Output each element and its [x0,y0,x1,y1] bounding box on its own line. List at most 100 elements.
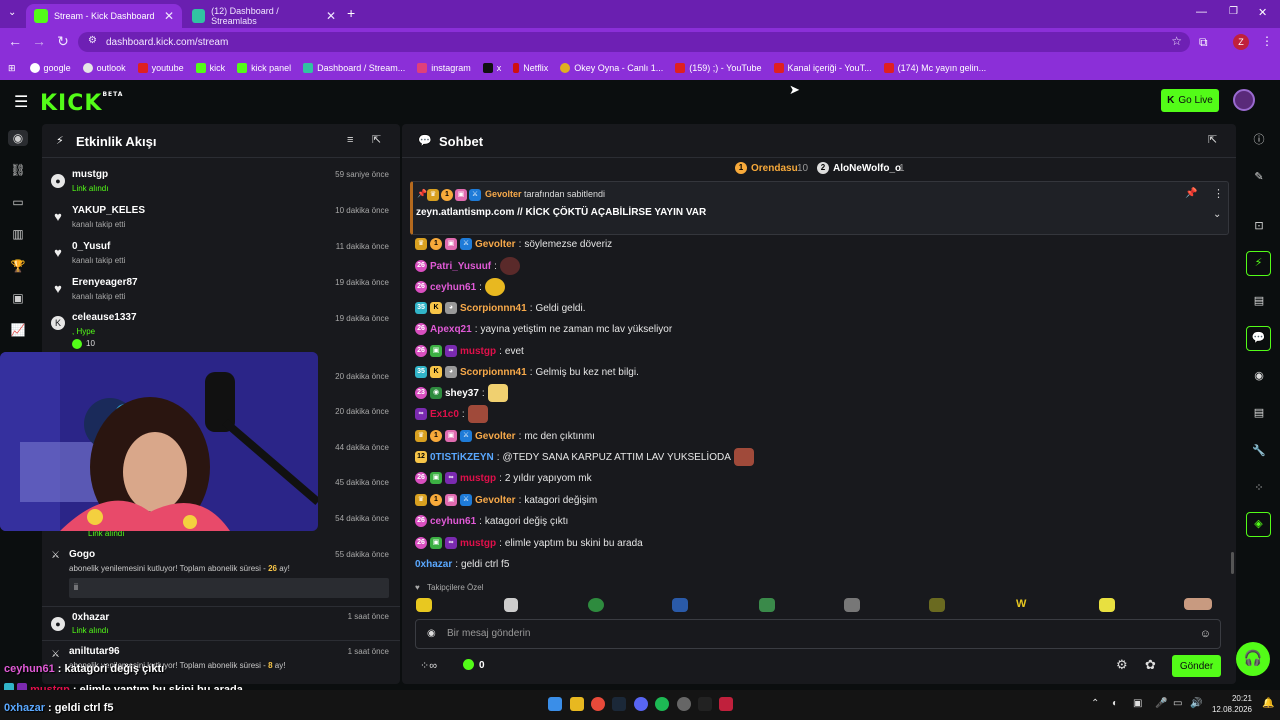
bookmark-instagram[interactable]: instagram [417,63,471,73]
windows-start-icon[interactable] [548,697,562,711]
close-icon[interactable]: ✕ [164,9,174,23]
mod-tools-icon[interactable]: ✿ [1145,657,1156,673]
settings-gear-icon[interactable]: ⚙ [1116,657,1128,673]
steam-tray-icon[interactable]: ◐ [1112,698,1118,709]
popout-icon[interactable]: ⇱ [1208,133,1217,146]
leader-name[interactable]: AloNeWolfo_o [833,163,901,174]
chat-username[interactable]: shey37 [445,388,479,399]
emote-icon[interactable] [672,598,688,612]
broadcast-icon[interactable]: ◉ [1249,366,1269,386]
bookmark-streamlabs[interactable]: Dashboard / Stream... [303,63,405,73]
bookmark-okey[interactable]: Okey Oyna - Canlı 1... [560,63,663,73]
chat-username[interactable]: 0TISTiKZEYN [430,452,494,463]
bookmark-google[interactable]: google [29,63,71,73]
bookmark-youtube-159[interactable]: (159) ;) - YouTube [675,63,762,73]
hamburger-menu-icon[interactable]: ☰ [14,92,28,112]
network-icon[interactable]: ▭ [1173,698,1182,709]
chevron-down-icon[interactable]: ⌄ [1213,209,1221,220]
bookmark-youtube-174[interactable]: (174) Mc yayın gelin... [883,63,986,73]
chat-username[interactable]: Gevolter [475,431,516,442]
emote-icon[interactable] [1099,598,1115,612]
unpin-icon[interactable]: 📌 [1185,188,1197,199]
tag-icon[interactable]: ◈ [1246,512,1271,537]
extensions-icon[interactable]: ⧉ [1199,35,1208,50]
kick-logo[interactable]: KICKBETA [40,91,123,116]
filter-icon[interactable]: ≡ [347,134,353,146]
apps-grid-icon[interactable]: ⊞ [8,63,16,74]
camera-icon[interactable]: ⊡ [1249,216,1269,236]
site-info-icon[interactable]: ⚙ [88,35,97,46]
support-headset-icon[interactable]: 🎧 [1236,642,1270,676]
spotify-icon[interactable] [655,697,669,711]
chat-username[interactable]: mustgp [460,346,496,357]
send-button[interactable]: Gönder [1172,655,1221,677]
bookmark-star-icon[interactable]: ☆ [1171,34,1182,48]
chat-username[interactable]: ceyhun61 [430,516,476,527]
emote-icon[interactable] [416,598,432,612]
connections-icon[interactable]: ⁘ [1249,478,1269,498]
connect-icon[interactable]: ⁘∞ [420,659,437,672]
minimize-icon[interactable]: — [1196,6,1207,18]
window-close-icon[interactable]: ✕ [1258,6,1267,19]
tab-kick-dashboard[interactable]: Stream - Kick Dashboard ✕ [26,4,182,28]
app-icon[interactable] [698,697,712,711]
chat-username[interactable]: Gevolter [475,239,516,250]
chat-username[interactable]: Scorpionnn41 [460,303,527,314]
stats-nav-icon[interactable]: ▥ [10,226,26,242]
notes-icon[interactable]: ▤ [1249,291,1269,311]
discord-icon[interactable] [634,697,648,711]
address-bar[interactable]: ⚙ dashboard.kick.com/stream ☆ [78,32,1190,52]
obs-icon[interactable] [677,697,691,711]
notifications-icon[interactable]: 🔔 [1262,698,1274,709]
chat-scrollbar[interactable] [1231,552,1234,574]
emoji-icon[interactable]: ☺ [1200,620,1211,648]
new-tab-icon[interactable]: + [347,5,355,21]
restore-icon[interactable]: ❐ [1229,6,1238,17]
go-live-button[interactable]: K Go Live [1161,89,1219,112]
forward-icon[interactable]: → [30,33,48,49]
user-avatar[interactable] [1233,89,1255,111]
chat-input[interactable]: ◉ Bir mesaj gönderin ☺ [415,619,1221,649]
pinned-by-user[interactable]: Gevolter [485,189,522,199]
tab-streamlabs[interactable]: (12) Dashboard / Streamlabs ✕ [184,4,344,28]
back-icon[interactable]: ← [6,33,24,49]
bookmark-kick-panel[interactable]: kick panel [237,63,291,73]
microphone-icon[interactable]: 🎤 [1155,698,1167,709]
chat-username[interactable]: ceyhun61 [430,282,476,293]
file-explorer-icon[interactable] [570,697,584,711]
chrome-icon[interactable] [591,697,605,711]
chat-username[interactable]: Apexq21 [430,324,472,335]
link-nav-icon[interactable]: ⛓ [10,162,26,178]
stream-nav-icon[interactable]: ◉ [8,130,28,146]
leader-name[interactable]: Orendasu [751,163,798,174]
menu-icon[interactable]: ⋮ [1261,34,1273,48]
emote-icon[interactable] [759,598,775,612]
chat-toggle-icon[interactable]: 💬 [1246,326,1271,351]
taskbar-date[interactable]: 12.08.2026 [1208,705,1252,714]
stack-icon[interactable]: ▤ [1249,403,1269,423]
wrench-icon[interactable]: 🔧 [1249,441,1269,461]
activity-toggle-icon[interactable]: ⚡ [1246,251,1271,276]
emote-icon[interactable] [844,598,860,612]
bookmark-kick[interactable]: kick [195,63,225,73]
chat-username[interactable]: Gevolter [475,495,516,506]
more-icon[interactable]: ⋮ [1213,187,1224,200]
steam-icon[interactable] [612,697,626,711]
chat-username[interactable]: Scorpionnn41 [460,367,527,378]
chat-username[interactable]: mustgp [460,538,496,549]
popout-icon[interactable]: ⇱ [372,133,381,146]
bookmark-youtube[interactable]: youtube [137,63,184,73]
bookmark-kanal-icerigi[interactable]: Kanal içeriği - YouT... [773,63,872,73]
info-icon[interactable]: ⓘ [1249,130,1269,150]
chat-username[interactable]: mustgp [460,473,496,484]
reload-icon[interactable]: ↻ [54,33,72,50]
chat-username[interactable]: 0xhazar [415,559,452,570]
chat-username[interactable]: Patri_Yusuuf [430,261,491,272]
emote-icon[interactable] [588,598,604,612]
close-icon[interactable]: ✕ [326,9,336,23]
bookmark-outlook[interactable]: outlook [82,63,126,73]
media-nav-icon[interactable]: ▣ [10,290,26,306]
analytics-nav-icon[interactable]: 📈 [10,322,26,338]
tray-chevron-icon[interactable]: ⌃ [1091,698,1099,709]
app-icon[interactable] [719,697,733,711]
